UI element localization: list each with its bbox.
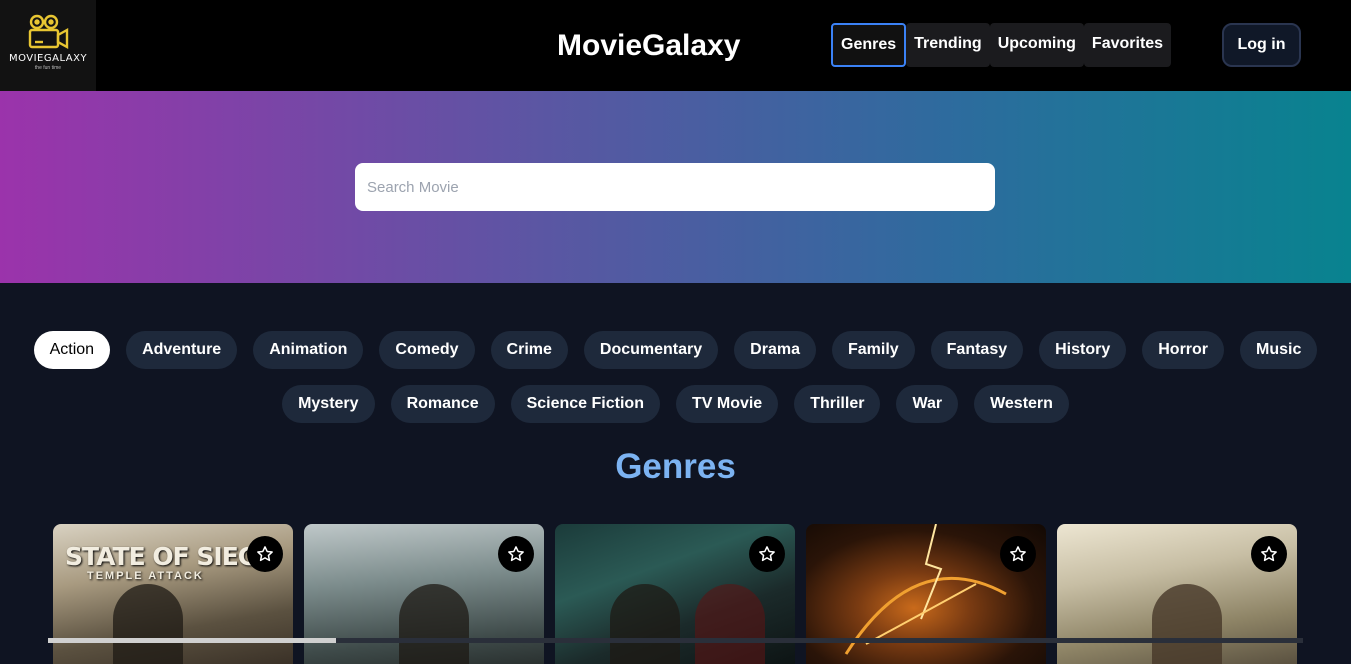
poster-figure	[113, 584, 183, 664]
genre-chip-science-fiction[interactable]: Science Fiction	[510, 385, 660, 423]
nav-upcoming[interactable]: Upcoming	[989, 23, 1084, 67]
genre-filter: Action Adventure Animation Comedy Crime Docum…	[0, 331, 1351, 423]
nav-genres[interactable]: Genres	[831, 23, 907, 67]
movie-card[interactable]	[555, 524, 795, 664]
horizontal-scrollbar-thumb[interactable]	[48, 638, 336, 643]
star-outline-icon	[1261, 546, 1277, 562]
star-outline-icon	[508, 546, 524, 562]
genre-chip-war[interactable]: War	[896, 385, 959, 423]
nav-favorites[interactable]: Favorites	[1083, 23, 1172, 67]
poster-subtitle: TEMPLE ATTACK	[87, 570, 204, 582]
genre-chip-romance[interactable]: Romance	[390, 385, 495, 423]
genre-chip-crime[interactable]: Crime	[490, 331, 568, 369]
genre-chip-horror[interactable]: Horror	[1142, 331, 1225, 369]
genre-chip-tv-movie[interactable]: TV Movie	[675, 385, 779, 423]
movie-card[interactable]	[304, 524, 544, 664]
favorite-button[interactable]	[498, 536, 534, 572]
genre-chip-history[interactable]: History	[1039, 331, 1127, 369]
genre-chip-thriller[interactable]: Thriller	[794, 385, 881, 423]
search-input[interactable]	[355, 163, 995, 211]
main-nav: Genres Trending Upcoming Favorites	[831, 23, 1172, 67]
poster-title: STATE OF SIEG	[65, 542, 258, 571]
favorite-button[interactable]	[1251, 536, 1287, 572]
login-button[interactable]: Log in	[1222, 23, 1301, 67]
poster-figure	[695, 584, 765, 664]
film-camera-icon	[28, 14, 69, 50]
logo-name: MOVIEGALAXY	[8, 53, 88, 64]
movie-card[interactable]	[806, 524, 1046, 664]
genre-chip-music[interactable]: Music	[1240, 331, 1318, 369]
genre-chip-animation[interactable]: Animation	[253, 331, 364, 369]
nav-trending[interactable]: Trending	[906, 23, 990, 67]
star-outline-icon	[257, 546, 273, 562]
site-logo[interactable]: MOVIEGALAXY the fun time	[0, 0, 96, 91]
genre-chip-action[interactable]: Action	[33, 331, 111, 369]
genre-chip-mystery[interactable]: Mystery	[282, 385, 375, 423]
logo-tagline: the fun time	[34, 65, 62, 71]
genre-row-1: Action Adventure Animation Comedy Crime Docum…	[0, 331, 1351, 369]
genre-chip-drama[interactable]: Drama	[734, 331, 816, 369]
genre-chip-fantasy[interactable]: Fantasy	[930, 331, 1024, 369]
genre-chip-documentary[interactable]: Documentary	[583, 331, 719, 369]
poster-figure	[399, 584, 469, 664]
genre-chip-comedy[interactable]: Comedy	[379, 331, 475, 369]
movie-grid: STATE OF SIEG TEMPLE ATTACK	[53, 524, 1297, 664]
favorite-button[interactable]	[1000, 536, 1036, 572]
star-outline-icon	[759, 546, 775, 562]
genre-row-2: Mystery Romance Science Fiction TV Movie Thr…	[0, 385, 1351, 423]
movie-card[interactable]	[1057, 524, 1297, 664]
poster-figure	[610, 584, 680, 664]
favorite-button[interactable]	[247, 536, 283, 572]
genre-chip-family[interactable]: Family	[831, 331, 915, 369]
movie-card[interactable]: STATE OF SIEG TEMPLE ATTACK	[53, 524, 293, 664]
favorite-button[interactable]	[749, 536, 785, 572]
top-header: MOVIEGALAXY the fun time MovieGalaxy Gen…	[0, 0, 1351, 91]
site-title: MovieGalaxy	[557, 29, 741, 62]
section-title: Genres	[615, 447, 736, 486]
poster-figure	[1152, 584, 1222, 664]
genre-chip-western[interactable]: Western	[974, 385, 1069, 423]
star-outline-icon	[1010, 546, 1026, 562]
genre-chip-adventure[interactable]: Adventure	[126, 331, 238, 369]
search-banner	[0, 91, 1351, 283]
